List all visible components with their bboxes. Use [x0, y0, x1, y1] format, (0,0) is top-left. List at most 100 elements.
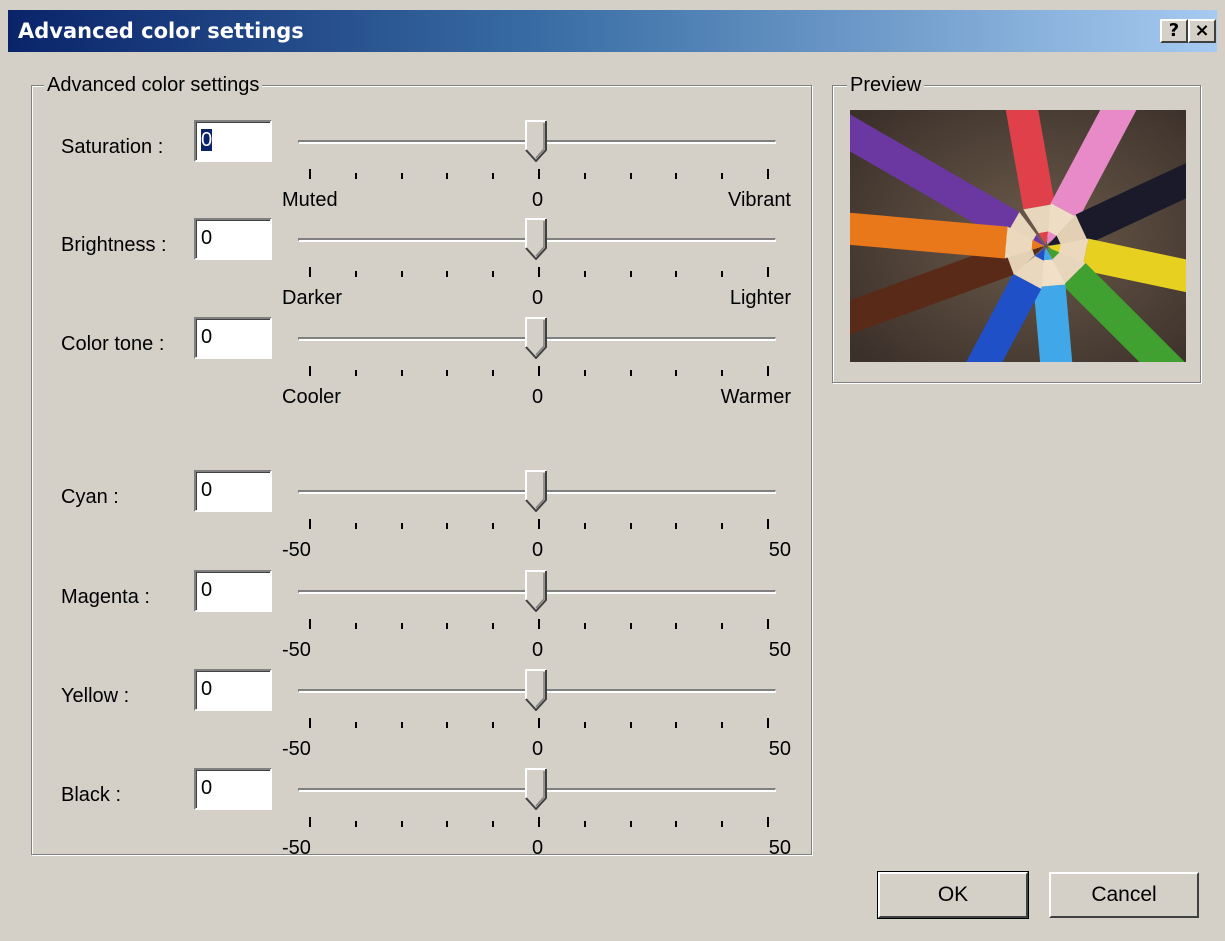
brightness-tick — [354, 271, 357, 277]
brightness-max-label: Lighter — [729, 287, 791, 309]
cyan-tick — [583, 523, 586, 529]
cyan-tick — [629, 523, 632, 529]
magenta-tick — [583, 623, 586, 629]
saturation-label: Saturation : — [61, 136, 164, 158]
ok-button[interactable]: OK — [877, 871, 1029, 919]
close-icon: × — [1194, 20, 1210, 41]
yellow-tick — [583, 722, 586, 728]
magenta-value-field[interactable]: 0 — [194, 570, 272, 612]
magenta-min-label: -50 — [282, 639, 311, 661]
magenta-tick — [721, 623, 724, 629]
brightness-tick — [675, 271, 678, 277]
yellow-tick — [629, 722, 632, 728]
color-tone-tick — [675, 370, 678, 376]
brightness-min-label: Darker — [282, 287, 343, 309]
magenta-label: Magenta : — [61, 586, 150, 608]
black-mid-label: 0 — [532, 837, 544, 859]
saturation-tick — [583, 173, 586, 179]
brightness-tick — [400, 271, 403, 277]
saturation-value-text: 0 — [201, 129, 213, 151]
brightness-tick — [446, 271, 449, 277]
saturation-tick — [492, 173, 495, 179]
cyan-tick — [446, 523, 449, 529]
magenta-mid-label: 0 — [532, 639, 544, 661]
saturation-value-field[interactable]: 0 — [194, 120, 272, 162]
ok-button-label: OK — [937, 883, 969, 906]
saturation-min-label: Muted — [282, 189, 338, 211]
brightness-row: Brightness : 0 Darker 0 Lighter — [0, 218, 1225, 313]
color-tone-row: Color tone : 0 Cooler 0 Warmer — [0, 317, 1225, 412]
cyan-tick — [721, 523, 724, 529]
yellow-value-text: 0 — [201, 678, 213, 700]
saturation-slider-thumb[interactable] — [525, 120, 547, 162]
magenta-tick — [538, 619, 540, 629]
cyan-value-field[interactable]: 0 — [194, 470, 272, 512]
yellow-tick — [492, 722, 495, 728]
brightness-slider-thumb[interactable] — [525, 218, 547, 260]
color-tone-max-label: Warmer — [720, 386, 791, 408]
saturation-tick — [446, 173, 449, 179]
yellow-value-field[interactable]: 0 — [194, 669, 272, 711]
black-row: Black : 0 -50 0 50 — [0, 768, 1225, 863]
saturation-max-label: Vibrant — [727, 189, 791, 211]
saturation-tick — [629, 173, 632, 179]
color-tone-value-field[interactable]: 0 — [194, 317, 272, 359]
color-tone-tick — [492, 370, 495, 376]
saturation-row: Saturation : 0 Muted 0 Vibrant — [0, 120, 1225, 215]
magenta-tick — [492, 623, 495, 629]
magenta-max-label: 50 — [768, 639, 791, 661]
magenta-tick — [354, 623, 357, 629]
saturation-tick — [721, 173, 724, 179]
black-tick — [309, 817, 311, 827]
cyan-tick — [675, 523, 678, 529]
color-tone-tick — [309, 366, 311, 376]
black-tick — [400, 821, 403, 827]
cyan-value-text: 0 — [201, 479, 213, 501]
yellow-tick — [538, 718, 540, 728]
close-button[interactable]: × — [1188, 19, 1216, 43]
yellow-row: Yellow : 0 -50 0 50 — [0, 669, 1225, 764]
black-value-field[interactable]: 0 — [194, 768, 272, 810]
help-icon: ? — [1168, 20, 1180, 41]
color-tone-tick — [354, 370, 357, 376]
saturation-tick — [354, 173, 357, 179]
black-tick — [629, 821, 632, 827]
color-tone-tick — [538, 366, 540, 376]
cancel-button-label: Cancel — [1091, 883, 1157, 906]
saturation-tick — [538, 169, 540, 179]
cyan-slider-thumb[interactable] — [525, 470, 547, 512]
help-button[interactable]: ? — [1160, 19, 1188, 43]
color-tone-tick — [767, 366, 769, 376]
saturation-tick — [309, 169, 311, 179]
title-bar[interactable]: Advanced color settings ? × — [8, 10, 1217, 52]
black-tick — [538, 817, 540, 827]
yellow-tick — [721, 722, 724, 728]
black-label: Black : — [61, 784, 122, 806]
magenta-tick — [400, 623, 403, 629]
saturation-mid-label: 0 — [532, 189, 544, 211]
brightness-tick — [629, 271, 632, 277]
advanced-color-settings-dialog: Advanced color settings ? × Advanced col… — [0, 0, 1225, 941]
brightness-value-field[interactable]: 0 — [194, 218, 272, 260]
cancel-button[interactable]: Cancel — [1049, 872, 1199, 918]
cyan-min-label: -50 — [282, 539, 311, 561]
yellow-slider-thumb[interactable] — [525, 669, 547, 711]
magenta-slider-thumb[interactable] — [525, 570, 547, 612]
magenta-row: Magenta : 0 -50 0 50 — [0, 570, 1225, 665]
black-slider-thumb[interactable] — [525, 768, 547, 810]
group-label: Advanced color settings — [44, 74, 263, 96]
color-tone-slider-thumb[interactable] — [525, 317, 547, 359]
yellow-tick — [400, 722, 403, 728]
magenta-tick — [767, 619, 769, 629]
yellow-tick — [309, 718, 311, 728]
cyan-tick — [400, 523, 403, 529]
cyan-tick — [767, 519, 769, 529]
brightness-tick — [309, 267, 311, 277]
brightness-mid-label: 0 — [532, 287, 544, 309]
color-tone-tick — [721, 370, 724, 376]
black-tick — [767, 817, 769, 827]
black-tick — [583, 821, 586, 827]
cyan-tick — [309, 519, 311, 529]
black-tick — [354, 821, 357, 827]
color-tone-value-text: 0 — [201, 326, 213, 348]
